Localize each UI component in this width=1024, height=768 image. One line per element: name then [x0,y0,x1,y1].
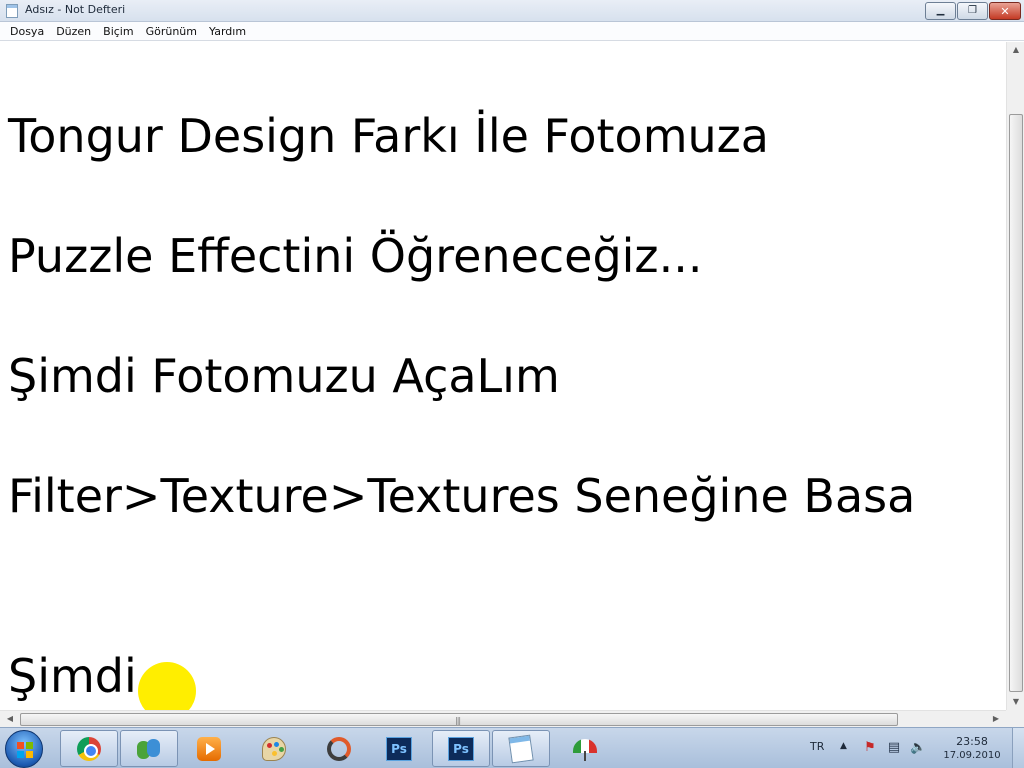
scroll-up-icon[interactable]: ▲ [1008,42,1024,58]
taskbar-photoshop-window[interactable]: Ps [432,730,490,767]
photoshop-icon: Ps [386,736,412,761]
taskbar-sync[interactable] [310,730,368,767]
taskbar-messenger[interactable] [120,730,178,767]
taskbar-notepad-window[interactable] [492,730,550,767]
notepad-icon[interactable] [6,4,18,18]
taskbar-umbrella-app[interactable] [556,730,614,767]
paint-icon [262,736,286,761]
start-button[interactable] [5,730,43,768]
taskbar-paint[interactable] [245,730,303,767]
close-icon: ✕ [1000,4,1010,18]
menu-bar: Dosya Düzen Biçim Görünüm Yardım [0,22,1024,41]
editor-line: Puzzle Effectini Öğreneceğiz... [8,229,703,283]
clock-date[interactable]: 17.09.2010 [940,750,1004,761]
taskbar: Ps Ps TR ▲ ⚑ ▤ 🔈 23:58 17.09.2010 [0,727,1024,768]
menu-item-dosya[interactable]: Dosya [4,25,50,38]
text-editor[interactable]: Tongur Design Farkı İle Fotomuza Puzzle … [0,42,1006,710]
language-indicator[interactable]: TR [810,740,824,753]
taskbar-chrome[interactable] [60,730,118,767]
network-icon[interactable]: ▤ [886,740,902,756]
minimize-icon: ▁ [936,5,945,16]
editor-line: Şimdi [8,649,137,703]
menu-item-bicim[interactable]: Biçim [97,25,139,38]
taskbar-media-player[interactable] [180,730,238,767]
vertical-scroll-thumb[interactable] [1009,114,1023,692]
grip-icon: ||| [455,716,461,725]
clock-time[interactable]: 23:58 [944,735,1000,748]
restore-icon: ❐ [968,5,977,16]
editor-line: Şimdi Fotomuzu AçaLım [8,349,560,403]
show-desktop-button[interactable] [1012,728,1024,768]
horizontal-scroll-thumb[interactable]: ||| [20,713,898,726]
windows-logo-icon [17,742,33,758]
action-center-icon[interactable]: ⚑ [862,740,878,756]
taskbar-photoshop[interactable]: Ps [370,730,428,767]
scroll-down-icon[interactable]: ▼ [1008,694,1024,710]
editor-line: Filter>Texture>Textures Seneğine Basa [8,469,916,523]
messenger-icon [137,737,161,761]
horizontal-scrollbar[interactable]: ◀ ||| ▶ [0,710,1024,727]
menu-item-yardim[interactable]: Yardım [203,25,252,38]
sync-icon [327,736,351,761]
media-player-icon [197,736,221,761]
close-button[interactable]: ✕ [989,2,1021,20]
maximize-button[interactable]: ❐ [957,2,988,20]
editor-line: Tongur Design Farkı İle Fotomuza [8,109,769,163]
minimize-button[interactable]: ▁ [925,2,956,20]
menu-item-duzen[interactable]: Düzen [50,25,97,38]
notepad-icon [508,734,534,763]
scroll-left-icon[interactable]: ◀ [2,711,18,727]
chrome-icon [77,736,101,761]
photoshop-icon: Ps [448,736,474,761]
vertical-scrollbar[interactable]: ▲ ▼ [1006,42,1024,710]
title-bar[interactable]: Adsız - Not Defteri ▁ ❐ ✕ [0,0,1024,22]
scroll-right-icon[interactable]: ▶ [988,711,1004,727]
show-hidden-icons-icon[interactable]: ▲ [840,741,847,751]
menu-item-gorunum[interactable]: Görünüm [140,25,203,38]
mouse-cursor-highlight [138,662,196,710]
umbrella-icon [573,737,597,761]
size-grip [1006,710,1024,727]
window-title: Adsız - Not Defteri [25,3,126,16]
volume-icon[interactable]: 🔈 [910,740,926,756]
